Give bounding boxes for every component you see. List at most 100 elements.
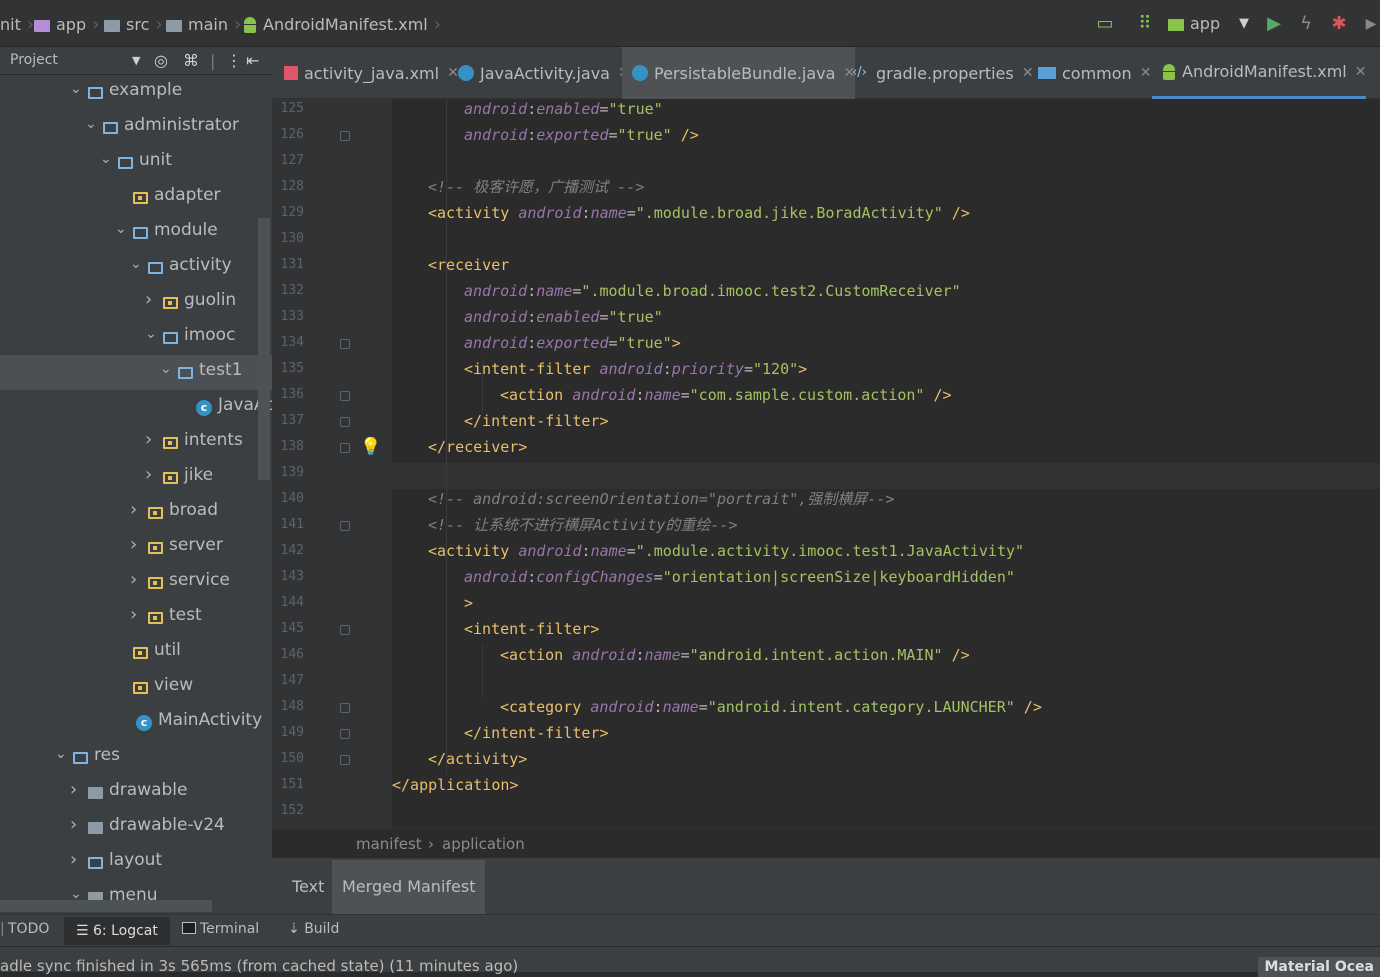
tree-item[interactable]: › broad	[0, 495, 272, 530]
dropdown-icon[interactable]: ▼	[1233, 13, 1255, 35]
tree-item[interactable]: › jike	[0, 460, 272, 495]
tree-item[interactable]: ⌄ imooc	[0, 320, 272, 355]
chevron-right-icon[interactable]: ›	[70, 814, 77, 835]
breadcrumb-application[interactable]: application	[442, 835, 525, 853]
code-line[interactable]	[392, 151, 1380, 177]
fold-marker[interactable]	[340, 443, 350, 453]
tree-item[interactable]: › layout	[0, 845, 272, 880]
tree-item[interactable]: › drawable	[0, 775, 272, 810]
tree-item[interactable]: ⌄ example	[0, 75, 272, 110]
tree-item[interactable]: ⌄ test1	[0, 355, 272, 390]
editor-tab[interactable]: activity_java.xml ✕	[274, 47, 459, 99]
code-line[interactable]: <intent-filter android:priority="120">	[392, 359, 1380, 385]
tree-item[interactable]: › service	[0, 565, 272, 600]
theme-badge[interactable]: Material Ocea	[1258, 957, 1380, 977]
code-line[interactable]: </receiver>	[392, 437, 1380, 463]
code-line[interactable]: <!-- android:screenOrientation="portrait…	[392, 489, 1380, 515]
tab-text[interactable]: Text	[282, 860, 334, 914]
chevron-right-icon[interactable]: ›	[130, 604, 137, 625]
code-line[interactable]: </application>	[392, 775, 1380, 801]
code-line[interactable]	[392, 801, 1380, 827]
tool-terminal[interactable]: Terminal	[182, 921, 259, 937]
hide-panel-icon[interactable]: ⇤	[246, 51, 259, 70]
code-line[interactable]: >	[392, 593, 1380, 619]
attach-icon[interactable]: ▶	[1360, 13, 1380, 35]
tree-item[interactable]: › guolin	[0, 285, 272, 320]
lightbulb-icon[interactable]: 💡	[360, 437, 381, 459]
run-config-select[interactable]: app	[1168, 14, 1220, 33]
chevron-down-icon[interactable]: ⌄	[145, 326, 157, 342]
tree-item[interactable]: c MainActivity	[0, 705, 272, 740]
tree-item[interactable]: ⌄ administrator	[0, 110, 272, 145]
code-line[interactable]: </intent-filter>	[392, 411, 1380, 437]
tree-item[interactable]: ⌄ res	[0, 740, 272, 775]
collapse-all-icon[interactable]: ⌘	[183, 51, 199, 70]
code-line[interactable]: <category android:name="android.intent.c…	[392, 697, 1380, 723]
code-line[interactable]: android:enabled="true"	[392, 307, 1380, 333]
editor-tab[interactable]: AndroidManifest.xml ✕	[1152, 47, 1367, 99]
project-view-select[interactable]: Project	[10, 52, 58, 68]
chevron-down-icon[interactable]: ⌄	[160, 361, 172, 377]
tree-item[interactable]: adapter	[0, 180, 272, 215]
chevron-down-icon[interactable]: ⌄	[70, 81, 82, 97]
tree-item[interactable]: ⌄ activity	[0, 250, 272, 285]
breadcrumb-item[interactable]: nit ›	[0, 14, 34, 35]
horizontal-scrollbar[interactable]	[0, 900, 212, 912]
editor-tab[interactable]: ‹/› gradle.properties ✕	[842, 47, 1033, 99]
editor-tab[interactable]: JavaActivity.java✕	[448, 47, 630, 99]
options-icon[interactable]: ⋮	[226, 51, 242, 70]
sync-icon[interactable]: ▭	[1094, 13, 1116, 35]
chevron-right-icon[interactable]: ›	[130, 534, 137, 555]
fold-marker[interactable]	[340, 417, 350, 427]
code-line[interactable]: android:enabled="true"	[392, 99, 1380, 125]
tree-item[interactable]: view	[0, 670, 272, 705]
tree-item[interactable]: ⌄ unit	[0, 145, 272, 180]
tree-item[interactable]: ⌄ module	[0, 215, 272, 250]
close-icon[interactable]: ✕	[1140, 65, 1152, 81]
debug-icon[interactable]: ✱	[1328, 13, 1350, 35]
code-line[interactable]: android:exported="true">	[392, 333, 1380, 359]
chevron-down-icon[interactable]: ⌄	[100, 151, 112, 167]
status-message[interactable]: adle sync finished in 3s 565ms (from cac…	[0, 957, 518, 975]
chevron-right-icon[interactable]: ›	[145, 464, 152, 485]
tree-item[interactable]: cJavaAct	[0, 390, 272, 425]
tree-item[interactable]: › intents	[0, 425, 272, 460]
tree-item[interactable]: › drawable-v24	[0, 810, 272, 845]
locate-icon[interactable]: ◎	[154, 51, 168, 70]
vertical-scrollbar[interactable]	[258, 218, 270, 480]
tab-merged-manifest[interactable]: Merged Manifest	[332, 860, 486, 914]
chevron-right-icon[interactable]: ›	[130, 499, 137, 520]
code-line[interactable]: <action android:name="android.intent.act…	[392, 645, 1380, 671]
chevron-down-icon[interactable]: ⌄	[115, 221, 127, 237]
code-line[interactable]	[392, 463, 1380, 489]
code-line[interactable]: android:configChanges="orientation|scree…	[392, 567, 1380, 593]
chevron-down-icon[interactable]: ⌄	[55, 746, 67, 762]
code-line[interactable]: <activity android:name=".module.broad.ji…	[392, 203, 1380, 229]
code-line[interactable]: <action android:name="com.sample.custom.…	[392, 385, 1380, 411]
fold-marker[interactable]	[340, 521, 350, 531]
code-line[interactable]: android:name=".module.broad.imooc.test2.…	[392, 281, 1380, 307]
fold-marker[interactable]	[340, 131, 350, 141]
code-line[interactable]: <!-- 极客许愿，广播测试 -->	[392, 177, 1380, 203]
chevron-down-icon[interactable]: ⌄	[130, 256, 142, 272]
tree-item[interactable]: util	[0, 635, 272, 670]
breadcrumb-item[interactable]: main ›	[166, 14, 241, 35]
code-line[interactable]	[392, 671, 1380, 697]
code-editor[interactable]: android:enabled="true" android:exported="…	[392, 99, 1380, 828]
code-line[interactable]: <activity android:name=".module.activity…	[392, 541, 1380, 567]
breadcrumb-item[interactable]: AndroidManifest.xml ›	[243, 14, 441, 35]
project-tree[interactable]: ⌄ example ⌄ administrator ⌄ unit adapter ⌄ modul…	[0, 75, 272, 915]
tool-logcat[interactable]: ☰ 6: Logcat	[64, 917, 170, 945]
structure-icon[interactable]: ⠿	[1134, 13, 1156, 35]
chevron-down-icon[interactable]: ⌄	[85, 116, 97, 132]
breadcrumb-item[interactable]: app ›	[34, 14, 99, 35]
code-line[interactable]: <!-- 让系统不进行横屏Activity的重绘-->	[392, 515, 1380, 541]
chevron-right-icon[interactable]: ›	[130, 569, 137, 590]
editor-tab[interactable]: common ✕	[1028, 47, 1151, 99]
fold-marker[interactable]	[340, 391, 350, 401]
chevron-right-icon[interactable]: ›	[145, 289, 152, 310]
apply-changes-icon[interactable]: ϟ	[1295, 13, 1317, 35]
fold-marker[interactable]	[340, 755, 350, 765]
tool-todo[interactable]: TODO	[8, 921, 49, 937]
fold-marker[interactable]	[340, 625, 350, 635]
